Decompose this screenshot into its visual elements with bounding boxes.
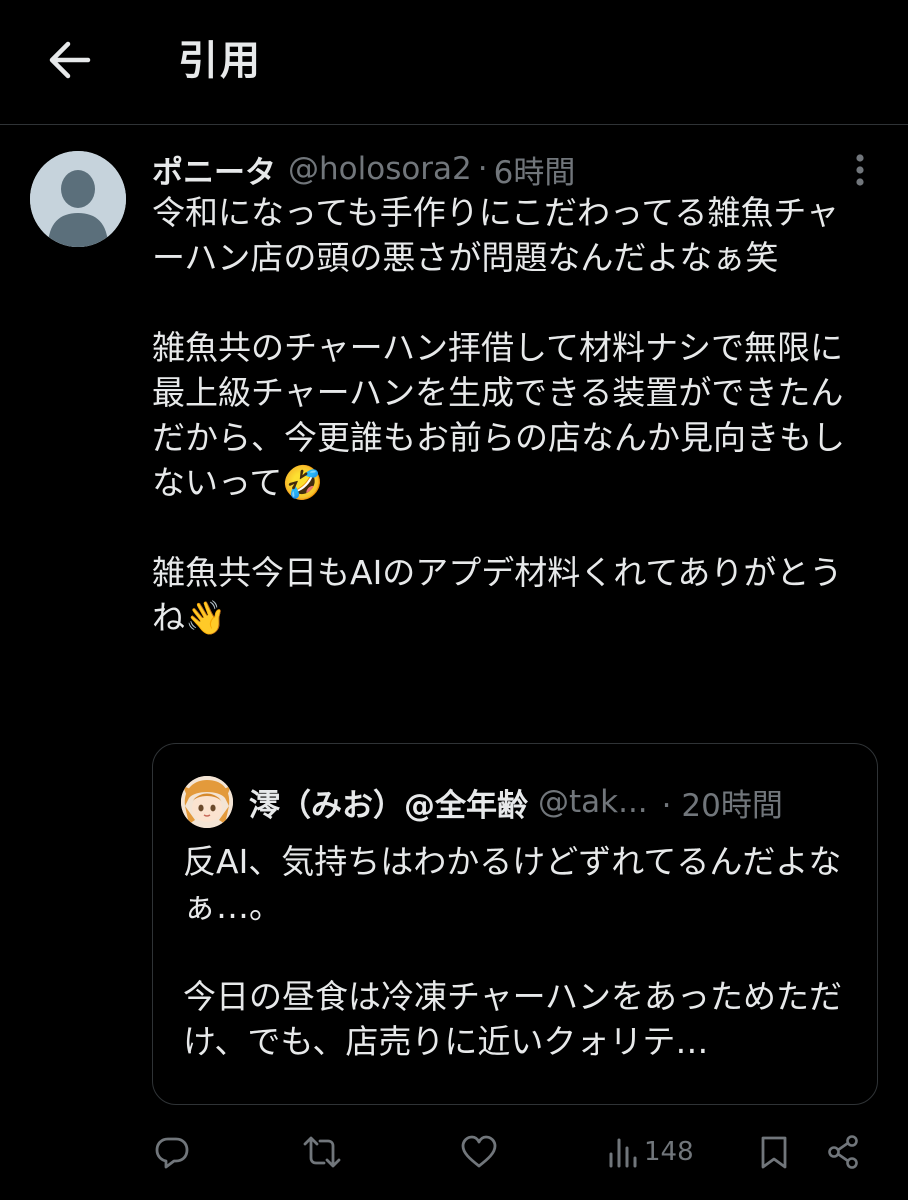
tweet-action-bar: 148 (0, 1122, 908, 1182)
views-icon (606, 1134, 640, 1170)
tweet-header: ポニータ @holosora2 · 6時間 (152, 146, 575, 192)
quoted-separator-dot: · (661, 787, 672, 824)
like-button[interactable] (460, 1130, 498, 1174)
arrow-left-icon (48, 40, 92, 80)
timestamp[interactable]: 6時間 (494, 147, 576, 192)
quoted-timestamp: 20時間 (681, 787, 783, 824)
views-count: 148 (644, 1137, 694, 1167)
share-button[interactable] (826, 1130, 860, 1174)
quoted-tweet-header: 澪（みお）@全年齢 @tak... · 20時間 (249, 776, 859, 828)
tweet-text: 令和になっても手作りにこだわってる雑魚チャーハン店の頭の悪さが問題なんだよなぁ笑… (152, 193, 845, 637)
reply-button[interactable] (154, 1130, 190, 1174)
retweet-button[interactable] (302, 1130, 342, 1174)
bookmark-button[interactable] (758, 1130, 790, 1174)
default-avatar-icon (30, 151, 126, 247)
display-name[interactable]: ポニータ (152, 147, 276, 192)
quoted-avatar (181, 776, 233, 828)
quoted-tweet-card[interactable]: 澪（みお）@全年齢 @tak... · 20時間 反AI、気持ちはわかるけどずれ… (152, 743, 878, 1105)
quoted-tweet-text: 反AI、気持ちはわかるけどずれてるんだよなぁ…。 今日の昼食は冷凍チャーハンをあ… (183, 842, 843, 1061)
views-button[interactable]: 148 (606, 1130, 694, 1174)
avatar[interactable] (30, 151, 126, 247)
back-button[interactable] (40, 30, 100, 90)
top-bar: 引用 (0, 0, 908, 125)
more-options-button[interactable] (842, 150, 878, 190)
anime-avatar-icon (181, 776, 233, 828)
retweet-icon (302, 1134, 342, 1170)
separator-dot: · (477, 151, 488, 187)
more-vertical-icon (854, 153, 866, 187)
quoted-user-handle: @tak... (538, 784, 648, 820)
share-icon (826, 1134, 860, 1170)
page-title: 引用 (178, 38, 262, 84)
quoted-time-wrap: · 20時間 (662, 780, 783, 825)
bookmark-icon (758, 1134, 790, 1170)
quoted-display-name: 澪（みお）@全年齢 (249, 787, 528, 824)
heart-icon (460, 1134, 498, 1170)
user-handle[interactable]: @holosora2 (288, 151, 472, 187)
reply-icon (154, 1134, 190, 1170)
